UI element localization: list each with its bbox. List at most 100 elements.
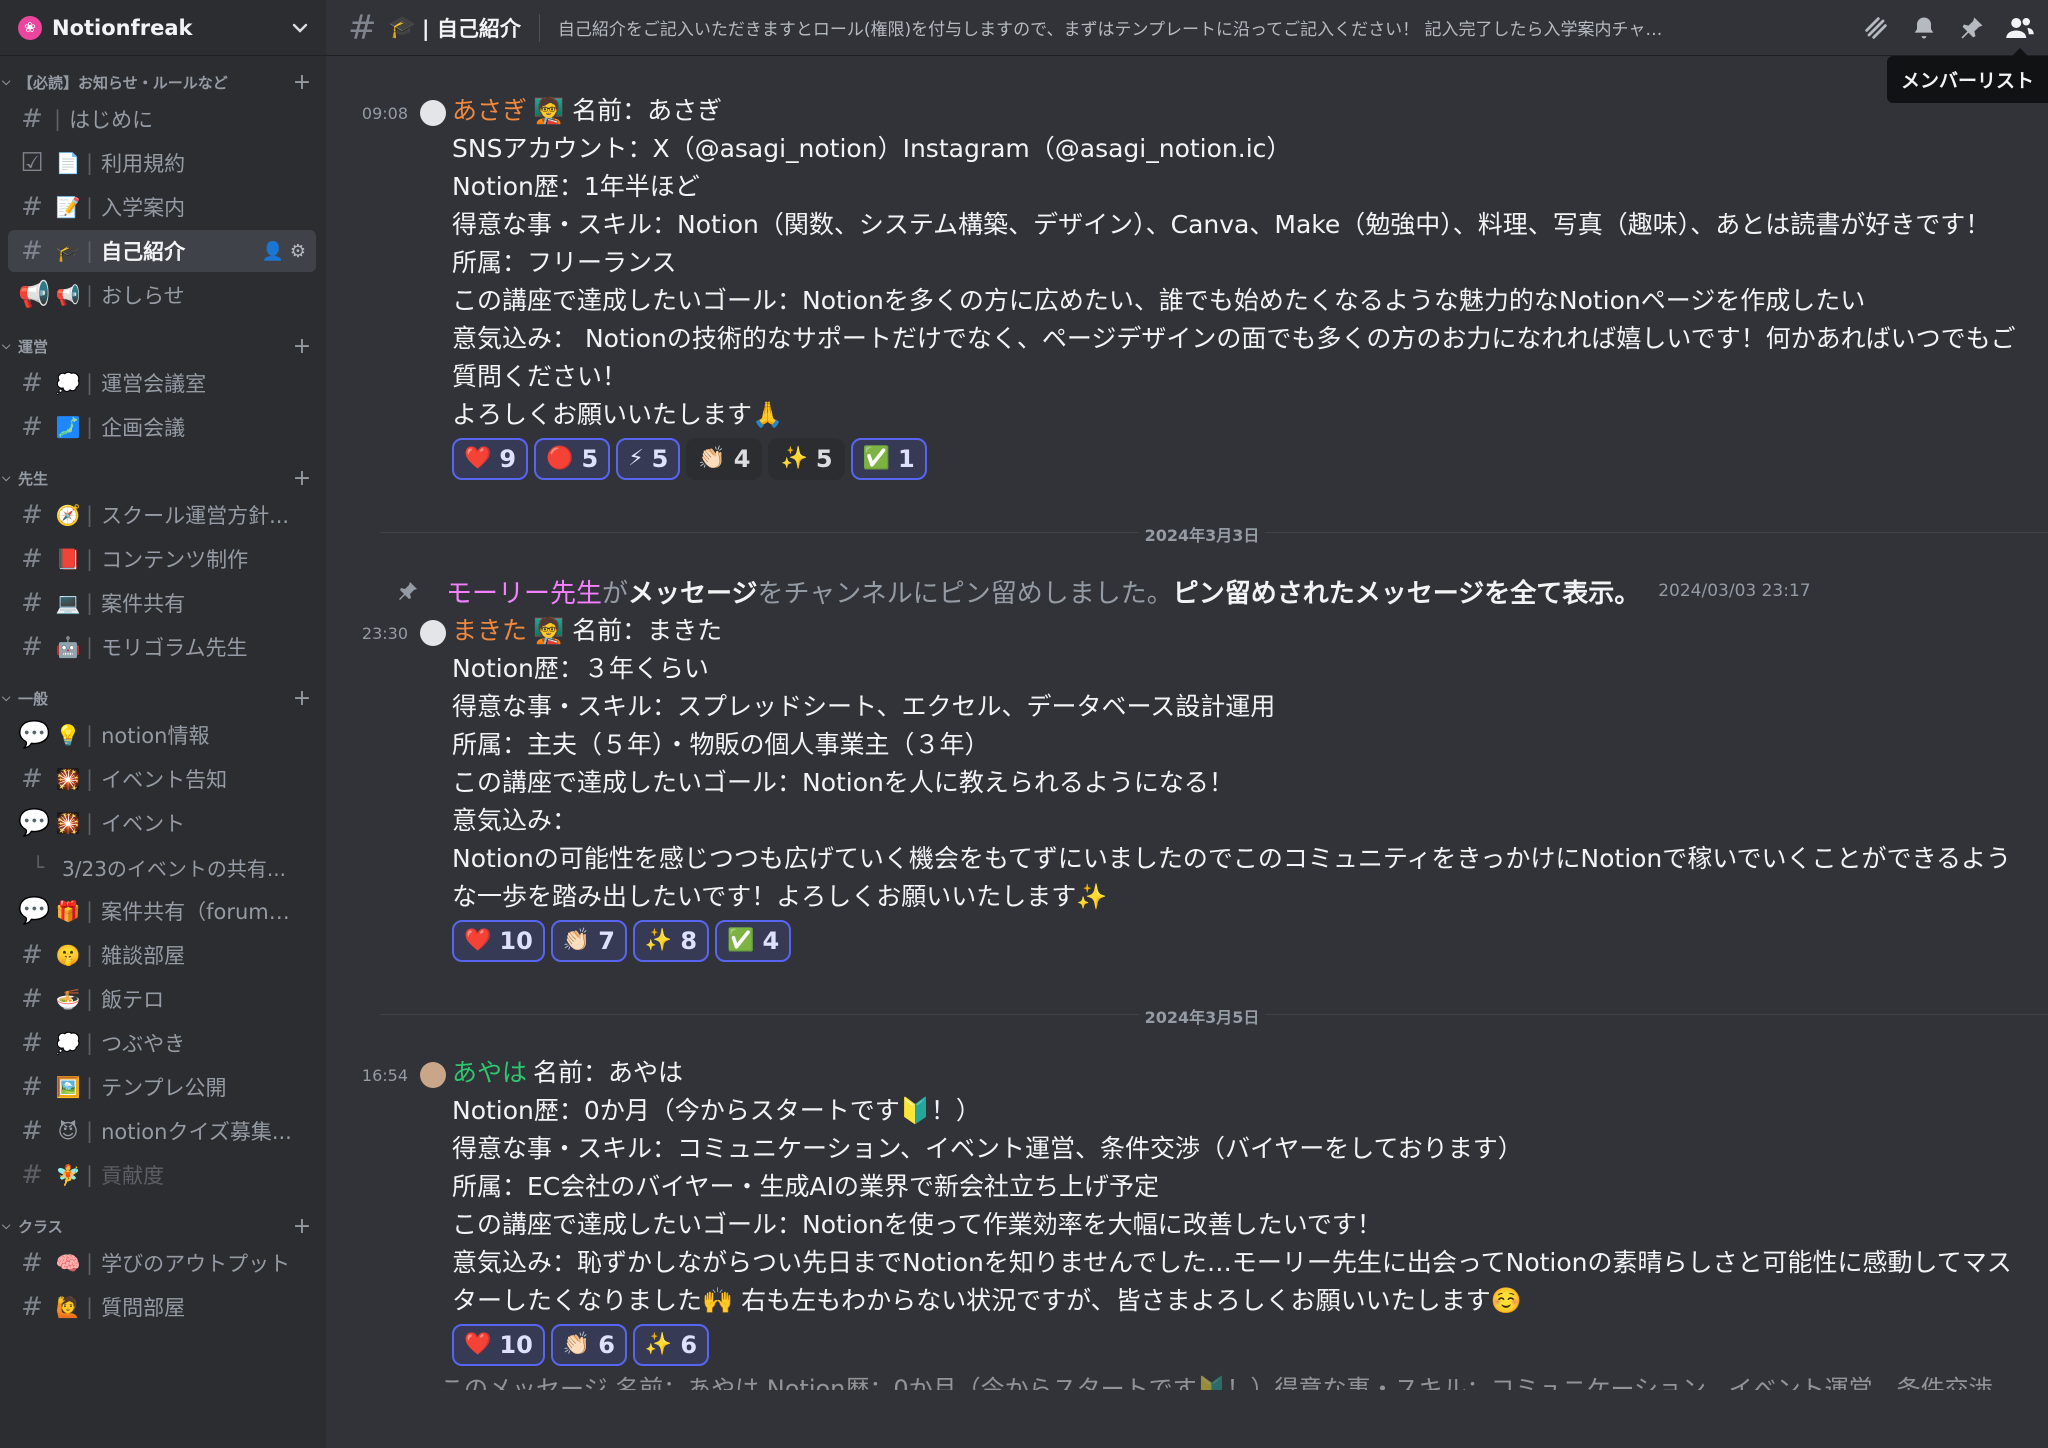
- author-name[interactable]: あさぎ: [452, 96, 527, 125]
- channel-item[interactable]: # 💭 | 運営会議室: [8, 362, 316, 404]
- channel-name: 自己紹介: [101, 240, 186, 264]
- channel-emoji: 🤖: [55, 635, 81, 659]
- reaction-count: 6: [680, 1331, 698, 1359]
- category-header[interactable]: ⌵ クラス +: [0, 1212, 316, 1240]
- reaction-chip[interactable]: ⚡ 5: [616, 438, 681, 480]
- chevron-down-icon[interactable]: [288, 16, 312, 40]
- reaction-chip[interactable]: 👏🏻 6: [550, 1324, 627, 1366]
- reaction-chip[interactable]: 👏🏻 7: [550, 920, 627, 962]
- author-name[interactable]: まきた: [452, 616, 527, 645]
- channel-item[interactable]: # 🧚 | 貢献度: [8, 1154, 316, 1196]
- channel-item[interactable]: # 📝 | 入学案内: [8, 186, 316, 228]
- gear-icon[interactable]: ⚙: [290, 241, 306, 262]
- channel-emoji: 📄: [55, 151, 81, 175]
- avatar[interactable]: [420, 100, 446, 126]
- channel-item[interactable]: # 🙋 | 質問部屋: [8, 1286, 316, 1328]
- channel-item[interactable]: # 🎓 | 自己紹介 👤 ⚙: [8, 230, 316, 272]
- threads-icon[interactable]: [1860, 12, 1892, 44]
- reaction-chip[interactable]: ❤️ 9: [452, 438, 529, 480]
- channel-name: 貢献度: [101, 1164, 165, 1188]
- view-all-pins-link[interactable]: ピン留めされたメッセージを全て表示。: [1173, 573, 1640, 610]
- bell-icon[interactable]: [1908, 12, 1940, 44]
- separator: |: [86, 1251, 94, 1275]
- channel-item[interactable]: # 🤖 | モリゴラム先生: [8, 626, 316, 668]
- hash-icon: #: [21, 236, 43, 266]
- category-header[interactable]: ⌵ 【必読】お知らせ・ルールなど +: [0, 68, 316, 96]
- hash-icon: #: [21, 588, 43, 618]
- channel-item[interactable]: # 🤫 | 雑談部屋: [8, 934, 316, 976]
- reaction-chip[interactable]: 🔴 5: [534, 438, 611, 480]
- channel-item[interactable]: 💬 💡 | notion情報: [8, 714, 316, 756]
- channel-topic[interactable]: 自己紹介をご記入いただきますとロール(権限)を付与しますので、まずはテンプレート…: [558, 15, 1828, 40]
- channel-emoji: 🧭: [55, 503, 81, 527]
- reaction-chip[interactable]: ✨ 6: [632, 1324, 710, 1366]
- pin-icon[interactable]: [1956, 12, 1988, 44]
- members-icon[interactable]: [2004, 12, 2036, 44]
- message-line: よろしくお願いいたします🙏: [452, 400, 784, 429]
- separator: |: [86, 1031, 94, 1055]
- message-list: 09:08 あさぎ 🧑‍🏫 名前：あさぎ SNSアカウント：X（@asagi_noti…: [326, 56, 2048, 1448]
- add-member-icon[interactable]: 👤: [261, 241, 283, 262]
- hash-icon: #: [21, 984, 43, 1014]
- channel-item[interactable]: # 💻 | 案件共有: [8, 582, 316, 624]
- next-message-preview: このメッセージ 名前：あやは Notion歴：0か月（今からスタートです🔰！）得…: [440, 1375, 1993, 1390]
- system-author[interactable]: モーリー先生: [446, 573, 602, 610]
- reaction-chip[interactable]: ✅ 4: [715, 920, 792, 962]
- channel-item[interactable]: 📢 📢 | おしらせ: [8, 274, 316, 316]
- forum-icon: 💬: [18, 896, 51, 926]
- channel-item[interactable]: # 🧭 | スクール運営方針...: [8, 494, 316, 536]
- server-header[interactable]: ❀ Notionfreak: [0, 0, 326, 56]
- channel-item[interactable]: └ 3/23のイベントの共有...: [8, 846, 316, 888]
- chat-message[interactable]: 09:08 あさぎ 🧑‍🏫 名前：あさぎ SNSアカウント：X（@asagi_noti…: [356, 92, 2024, 484]
- add-channel-icon[interactable]: +: [288, 1214, 316, 1239]
- avatar[interactable]: [420, 620, 446, 646]
- channel-item[interactable]: # 😈 | notionクイズ募集...: [8, 1110, 316, 1152]
- message-line: この講座で達成したいゴール：Notionを人に教えられるようになる！: [452, 768, 1234, 797]
- reaction-chip[interactable]: 👏🏻 4: [686, 438, 763, 480]
- channel-item[interactable]: # 🍜 | 飯テロ: [8, 978, 316, 1020]
- channel-item[interactable]: # 🖼️ | テンプレ公開: [8, 1066, 316, 1108]
- hash-icon: #: [21, 1292, 43, 1322]
- channel-item[interactable]: 💬 🎇 | イベント: [8, 802, 316, 844]
- hash-icon: #: [21, 412, 43, 442]
- channel-item[interactable]: # 📕 | コンテンツ制作: [8, 538, 316, 580]
- avatar[interactable]: [420, 1062, 446, 1088]
- add-channel-icon[interactable]: +: [288, 686, 316, 711]
- reaction-count: 8: [680, 927, 698, 955]
- channel-item[interactable]: # 🧠 | 学びのアウトプット: [8, 1242, 316, 1284]
- reaction-chip[interactable]: ✨ 5: [768, 438, 845, 480]
- channel-item[interactable]: # 🎇 | イベント告知: [8, 758, 316, 800]
- add-channel-icon[interactable]: +: [288, 70, 316, 95]
- separator: |: [86, 239, 94, 263]
- chat-message[interactable]: 16:54 あやは 名前：あやは Notion歴：0か月（今からスタートです🔰！） 得意…: [356, 1054, 2024, 1370]
- chat-message[interactable]: 23:30 まきた 🧑‍🏫 名前：まきた Notion歴：３年くらい 得意な事・スキル：…: [356, 612, 2024, 966]
- reaction-chip[interactable]: ✅ 1: [850, 438, 927, 480]
- category-label: 先生: [18, 469, 49, 488]
- channel-emoji: 📕: [55, 547, 81, 571]
- channel-emoji: 🧚: [55, 1163, 81, 1187]
- reaction-emoji: 🔴: [546, 446, 574, 471]
- separator: |: [86, 415, 94, 439]
- channel-item[interactable]: ☑ 📄 | 利用規約: [8, 142, 316, 184]
- category-header[interactable]: ⌵ 一般 +: [0, 684, 316, 712]
- channel-item[interactable]: 💬 🎁 | 案件共有（forum機...: [8, 890, 316, 932]
- reaction-chip[interactable]: ❤️ 10: [452, 1324, 545, 1366]
- channel-item[interactable]: # 💭 | つぶやき: [8, 1022, 316, 1064]
- category-header[interactable]: ⌵ 運営 +: [0, 332, 316, 360]
- channel-title-text: 自己紹介: [436, 16, 521, 41]
- channel-item[interactable]: # | はじめに: [8, 98, 316, 140]
- reaction-emoji: ✨: [644, 928, 673, 953]
- reaction-chip[interactable]: ❤️ 10: [452, 920, 545, 962]
- author-name[interactable]: あやは: [452, 1058, 527, 1087]
- channel-item[interactable]: # 🗾 | 企画会議: [8, 406, 316, 448]
- add-channel-icon[interactable]: +: [288, 466, 316, 491]
- category-header[interactable]: ⌵ 先生 +: [0, 464, 316, 492]
- pinned-message-link[interactable]: メッセージ: [628, 573, 757, 610]
- hash-icon: #: [348, 7, 377, 48]
- chevron-down-icon: ⌵: [2, 471, 11, 484]
- add-channel-icon[interactable]: +: [288, 334, 316, 359]
- chevron-down-icon: ⌵: [2, 339, 11, 352]
- reaction-chip[interactable]: ✨ 8: [632, 920, 710, 962]
- hash-icon: #: [21, 192, 43, 222]
- reactions-bar: ❤️ 10 👏🏻 6 ✨ 6: [452, 1324, 2024, 1366]
